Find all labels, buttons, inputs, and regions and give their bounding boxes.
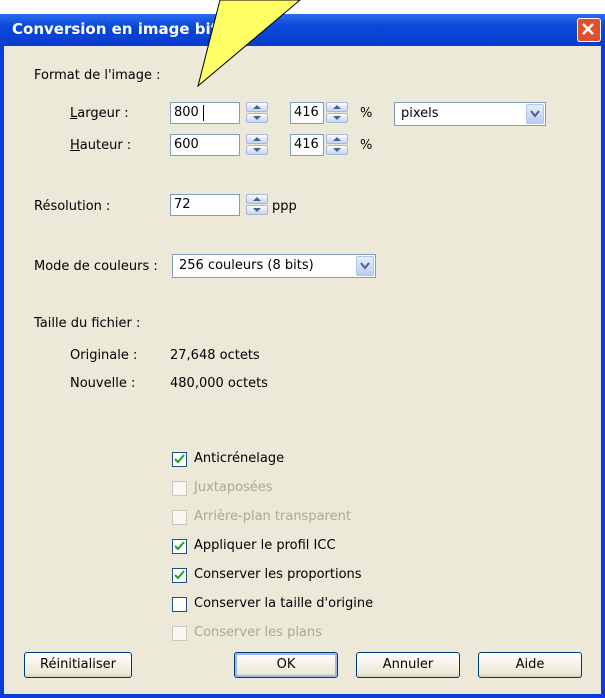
file-size-section-label: Taille du fichier : (34, 316, 141, 331)
height-percent-value: 416 (294, 137, 319, 152)
color-mode-select[interactable]: 256 couleurs (8 bits) (172, 254, 376, 278)
resolution-unit: ppp (272, 199, 297, 214)
chevron-down-icon (530, 110, 540, 118)
color-mode-label: Mode de couleurs : (34, 259, 158, 274)
dialog-body: Format de l'image : Largeur : 800 416 % … (4, 46, 601, 694)
original-size-label: Originale : (70, 348, 138, 363)
option-checkbox (172, 626, 187, 641)
chevron-down-icon (360, 262, 370, 270)
check-icon (174, 570, 185, 580)
height-percent-sign: % (360, 138, 373, 153)
option-label[interactable]: Conserver la taille d'origine (194, 596, 373, 611)
spin-up-button[interactable] (246, 134, 268, 144)
resolution-input[interactable]: 72 (170, 194, 240, 216)
color-mode-dropdown-button[interactable] (356, 256, 374, 276)
spin-down-button[interactable] (246, 145, 268, 155)
option-checkbox[interactable] (172, 539, 187, 554)
option-label[interactable]: Anticrénelage (194, 451, 284, 466)
dialog-window: Conversion en image bitmap Format de l'i… (0, 14, 605, 698)
height-percent-spinner[interactable] (326, 134, 348, 156)
option-checkbox[interactable] (172, 597, 187, 612)
resolution-value: 72 (174, 197, 191, 212)
spin-down-button[interactable] (326, 145, 348, 155)
height-percent-input[interactable]: 416 (290, 134, 324, 156)
cancel-button[interactable]: Annuler (356, 652, 460, 678)
spin-up-button[interactable] (246, 194, 268, 204)
spin-down-button[interactable] (246, 113, 268, 123)
resolution-spinner[interactable] (246, 194, 268, 216)
option-checkbox[interactable] (172, 452, 187, 467)
option-label[interactable]: Conserver les proportions (194, 567, 362, 582)
height-input[interactable]: 600 (170, 134, 240, 156)
option-checkbox (172, 510, 187, 525)
height-spinner[interactable] (246, 134, 268, 156)
ok-button[interactable]: OK (234, 652, 338, 678)
spin-down-button[interactable] (246, 205, 268, 215)
option-checkbox[interactable] (172, 568, 187, 583)
check-icon (174, 454, 185, 464)
option-label[interactable]: Appliquer le profil ICC (194, 538, 336, 553)
color-mode-value: 256 couleurs (8 bits) (179, 258, 314, 273)
height-label-text: auteur : (79, 138, 132, 153)
option-label: Conserver les plans (194, 625, 322, 640)
option-label: Arrière-plan transparent (194, 509, 351, 524)
help-button[interactable]: Aide (478, 652, 582, 678)
new-size-label: Nouvelle : (70, 376, 136, 391)
new-size-value: 480,000 octets (170, 376, 268, 391)
callout-pointer (197, 0, 301, 88)
original-size-value: 27,648 octets (170, 348, 260, 363)
check-icon (174, 541, 185, 551)
spin-up-button[interactable] (326, 134, 348, 144)
spin-down-button[interactable] (326, 113, 348, 123)
option-checkbox (172, 481, 187, 496)
height-label: Hauteur : (70, 138, 132, 153)
option-label: Juxtaposées (194, 480, 273, 495)
resolution-label: Résolution : (34, 199, 111, 214)
reset-button[interactable]: Réinitialiser (24, 652, 132, 678)
height-value: 600 (174, 137, 199, 152)
